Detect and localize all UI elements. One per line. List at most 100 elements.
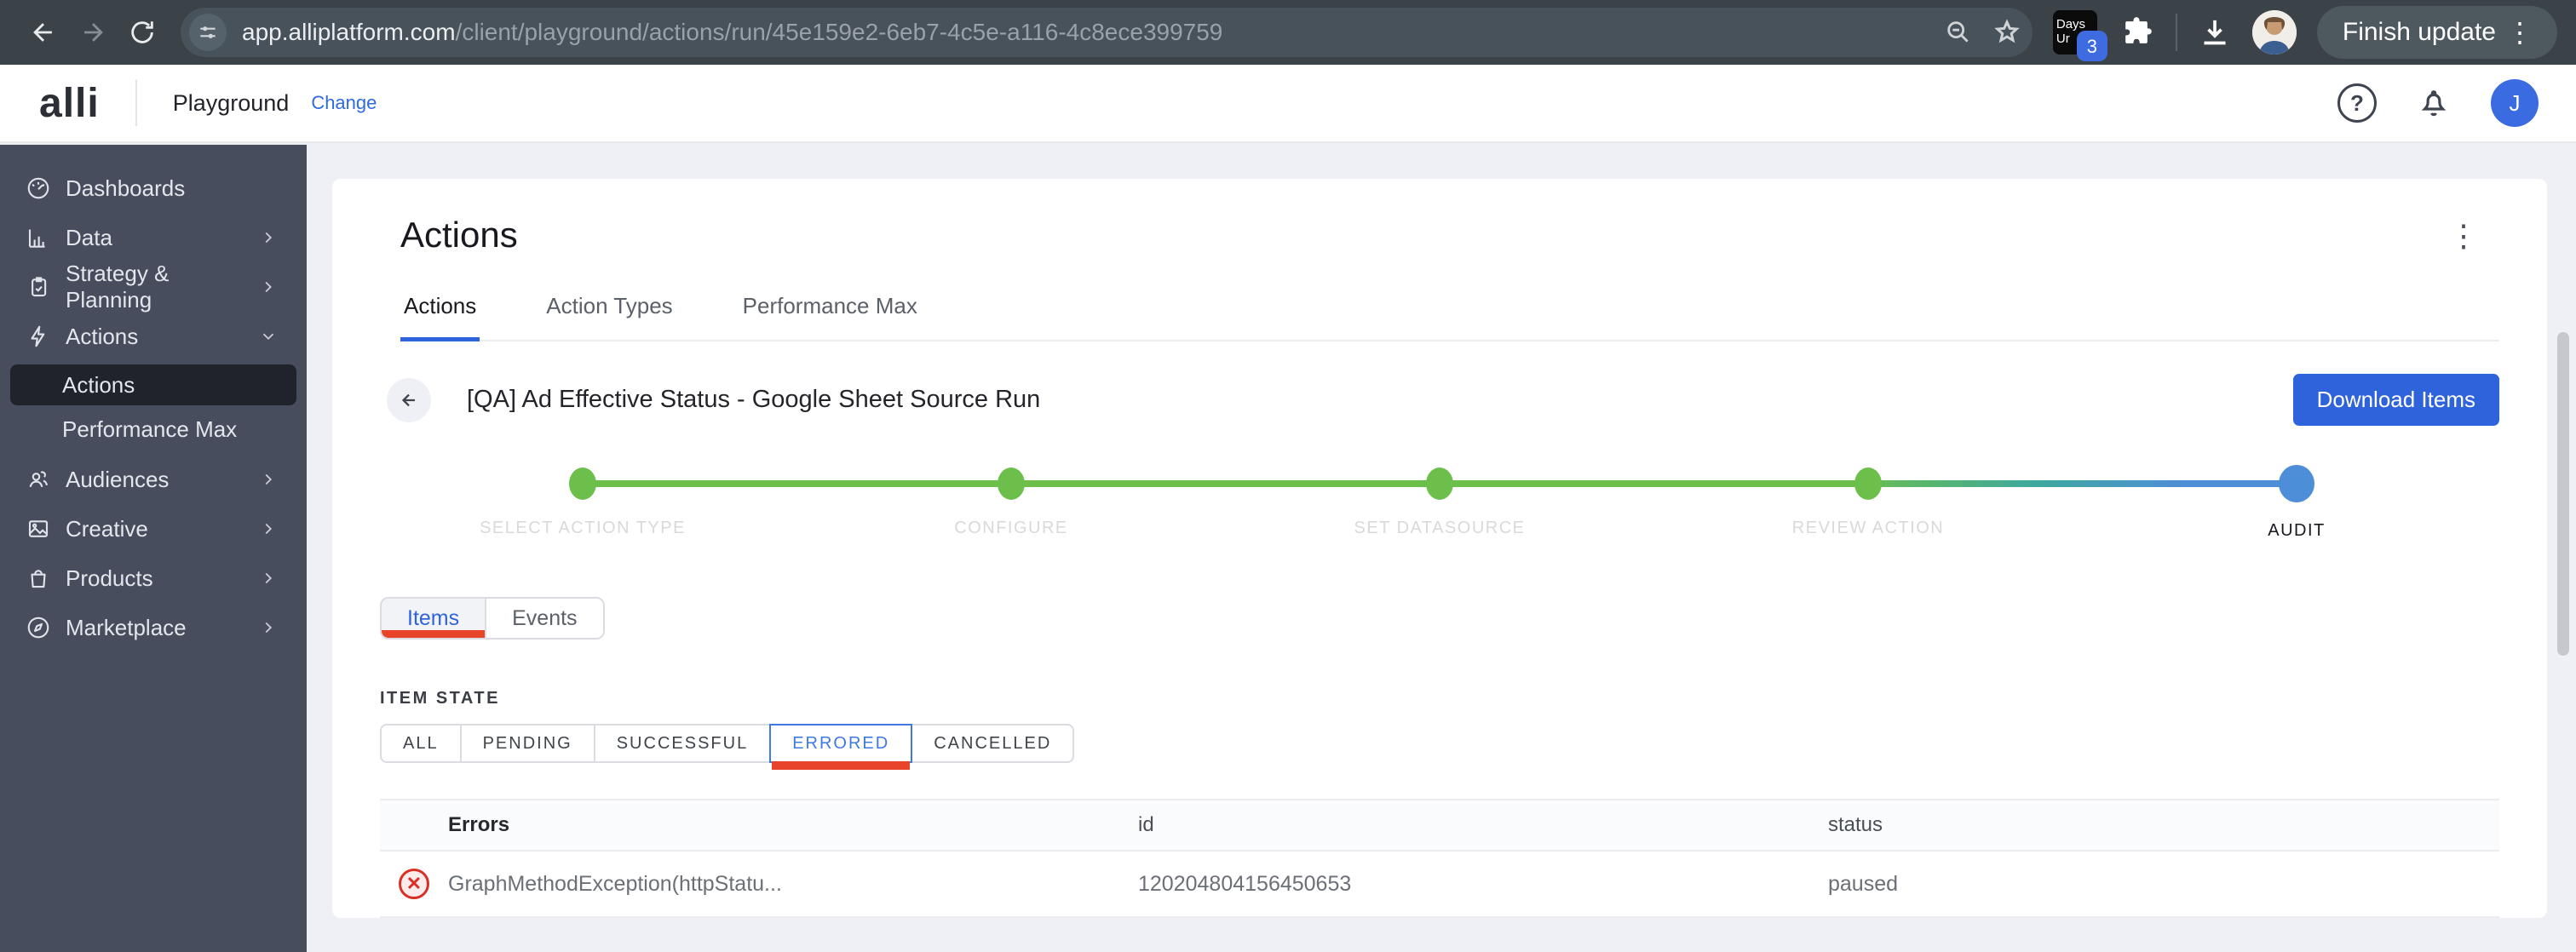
step-label: AUDIT	[2268, 521, 2326, 540]
main-tabs: Actions Action Types Performance Max	[400, 293, 2499, 341]
item-state-filters: ALL PENDING SUCCESSFUL ERRORED CANCELLED	[380, 724, 1075, 770]
filter-all[interactable]: ALL	[380, 724, 462, 763]
id-cell: 120204804156450653	[1138, 871, 1352, 896]
browser-chrome: app.alliplatform.com/client/playground/a…	[0, 0, 2576, 65]
step-dot-complete	[998, 467, 1025, 500]
sidebar-item-actions[interactable]: Actions	[0, 312, 307, 361]
extensions-puzzle-icon[interactable]	[2118, 14, 2155, 51]
zoom-out-icon[interactable]	[1944, 18, 1973, 47]
run-stepper: SELECT ACTION TYPE CONFIGURE SET DATASOU…	[380, 465, 2499, 541]
profile-photo-icon	[2251, 10, 2297, 54]
sidebar-item-label: Products	[66, 565, 153, 591]
items-events-tabs: Items Events	[380, 597, 605, 639]
alli-logo[interactable]: alli	[39, 80, 100, 127]
back-button[interactable]	[387, 377, 431, 422]
clipboard-icon	[32, 277, 47, 297]
chevron-right-icon	[265, 572, 273, 584]
sidebar-item-strategy-planning[interactable]: Strategy & Planning	[0, 261, 307, 313]
compass-icon	[27, 617, 49, 639]
sidebar: Dashboards Data Strategy & Planning Acti…	[0, 145, 307, 952]
browser-reload-button[interactable]	[118, 8, 167, 57]
error-circle-x-icon: ✕	[399, 869, 429, 899]
table-row[interactable]: ✕ GraphMethodException(httpStatu... 1202…	[380, 852, 2499, 918]
browser-profile-avatar[interactable]	[2251, 10, 2297, 54]
lightning-icon	[31, 325, 45, 347]
column-header-errors: Errors	[448, 813, 510, 836]
sidebar-item-label: Marketplace	[66, 614, 187, 640]
column-header-status: status	[1828, 813, 1883, 836]
bookmark-star-icon[interactable]	[1992, 17, 2022, 48]
errors-table: Errors id status ✕ GraphMethodException(…	[380, 799, 2499, 918]
sidebar-item-label: Actions	[66, 323, 139, 349]
back-arrow-icon	[401, 393, 415, 406]
header-divider	[135, 80, 137, 126]
sidebar-item-data[interactable]: Data	[0, 213, 307, 262]
error-message-cell: GraphMethodException(httpStatu...	[448, 871, 782, 896]
column-header-id: id	[1138, 813, 1154, 836]
step-label: REVIEW ACTION	[1791, 519, 1945, 537]
site-controls-icon	[200, 26, 216, 38]
sidebar-subitem-label: Actions	[62, 371, 135, 398]
site-settings-button[interactable]	[189, 14, 227, 51]
step-dot-complete	[569, 467, 596, 500]
card-menu-kebab-icon[interactable]: ⋮	[2428, 215, 2499, 257]
filter-successful[interactable]: SUCCESSFUL	[593, 724, 772, 763]
table-header: Errors id status	[380, 799, 2499, 852]
chevron-right-icon	[265, 473, 273, 485]
gauge-icon	[27, 177, 49, 199]
downloads-icon[interactable]	[2198, 15, 2232, 49]
tab-performance-max[interactable]: Performance Max	[739, 293, 921, 340]
status-cell: paused	[1828, 871, 1899, 896]
chevron-down-icon	[262, 333, 274, 341]
sidebar-subitem-performance-max[interactable]: Performance Max	[0, 409, 307, 450]
sidebar-item-label: Dashboards	[66, 175, 186, 201]
page-scrollbar[interactable]	[2557, 332, 2569, 656]
chevron-right-icon	[265, 523, 273, 535]
step-dot-complete	[1854, 467, 1882, 500]
page-title: Actions	[400, 215, 518, 255]
reload-icon	[131, 21, 153, 43]
people-icon	[29, 471, 49, 488]
tab-actions[interactable]: Actions	[400, 293, 480, 341]
step-label: CONFIGURE	[954, 519, 1068, 537]
sidebar-subitem-label: Performance Max	[62, 416, 238, 442]
sidebar-item-marketplace[interactable]: Marketplace	[0, 603, 307, 652]
tab-action-types[interactable]: Action Types	[543, 293, 676, 340]
sidebar-item-dashboards[interactable]: Dashboards	[0, 163, 307, 213]
main-content: Actions ⋮ Actions Action Types Performan…	[307, 145, 2576, 952]
step-dot-complete	[1426, 467, 1453, 500]
sidebar-item-label: Audiences	[66, 466, 170, 492]
browser-back-button[interactable]	[19, 8, 68, 57]
app-header: alli Playground Change ? J	[0, 65, 2576, 143]
step-label: SET DATASOURCE	[1354, 519, 1526, 537]
chrome-menu-kebab-icon[interactable]: ⋮	[2496, 16, 2544, 49]
item-state-label: ITEM STATE	[380, 689, 500, 708]
url-path: /client/playground/actions/run/45e159e2-…	[455, 19, 1223, 45]
chevron-right-icon	[265, 281, 273, 293]
days-until-extension-button[interactable]: Days Ur 3	[2052, 10, 2107, 61]
url-text: app.alliplatform.com/client/playground/a…	[242, 19, 1930, 46]
back-arrow-icon	[33, 23, 52, 42]
sidebar-subitem-actions[interactable]: Actions	[10, 364, 296, 405]
extension-label-line1: Days	[2056, 17, 2086, 32]
notifications-bell-icon[interactable]	[2416, 85, 2452, 121]
sidebar-item-label: Strategy & Planning	[66, 261, 170, 313]
filter-errored[interactable]: ERRORED	[769, 724, 913, 770]
filter-cancelled[interactable]: CANCELLED	[911, 724, 1075, 763]
user-avatar[interactable]: J	[2491, 79, 2539, 127]
step-dot-current	[2279, 465, 2314, 502]
tab-events[interactable]: Events	[485, 599, 603, 638]
download-items-button[interactable]: Download Items	[2292, 374, 2499, 426]
browser-forward-button[interactable]	[68, 8, 118, 57]
change-workspace-link[interactable]: Change	[311, 92, 377, 114]
tab-items[interactable]: Items	[382, 599, 486, 638]
workspace-name: Playground	[172, 89, 290, 116]
url-bar[interactable]: app.alliplatform.com/client/playground/a…	[181, 8, 2033, 57]
image-icon	[28, 520, 49, 537]
sidebar-item-creative[interactable]: Creative	[0, 504, 307, 553]
filter-pending[interactable]: PENDING	[459, 724, 595, 763]
sidebar-item-products[interactable]: Products	[0, 553, 307, 603]
sidebar-item-audiences[interactable]: Audiences	[0, 455, 307, 504]
help-icon[interactable]: ?	[2337, 83, 2377, 123]
finish-update-button[interactable]: Finish update ⋮	[2316, 6, 2557, 59]
